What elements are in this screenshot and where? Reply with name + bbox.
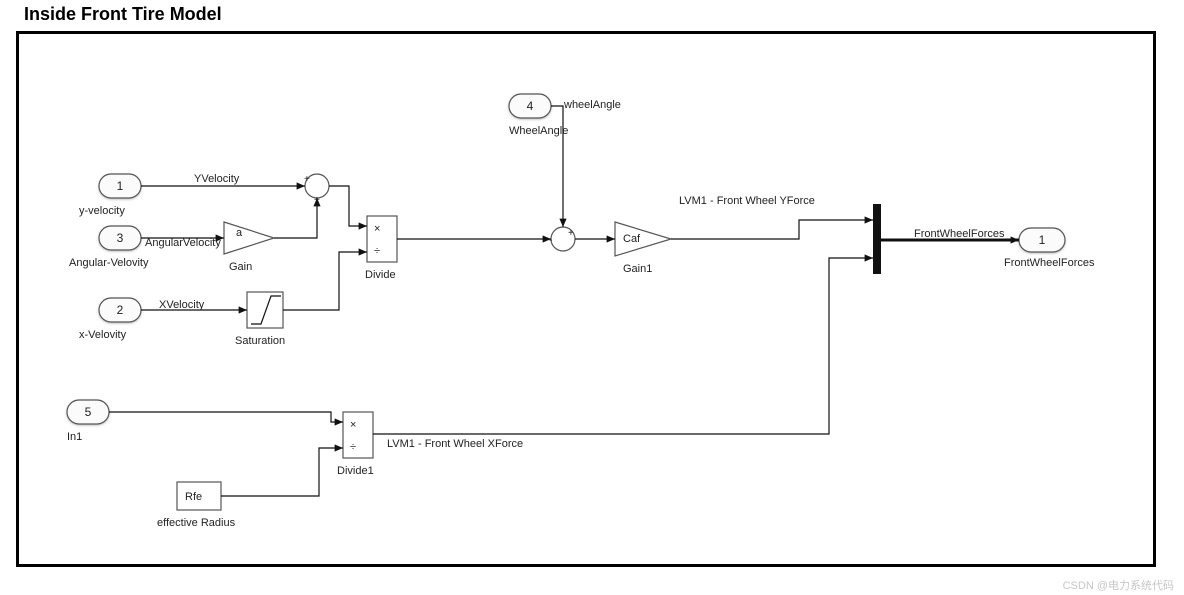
svg-text:-: - — [549, 235, 552, 246]
divide-label: Divide — [365, 269, 396, 281]
inport-in1-num: 5 — [85, 405, 92, 419]
svg-text:+: + — [568, 228, 574, 239]
signal-xforce: LVM1 - Front Wheel XForce — [387, 438, 523, 450]
mux-block[interactable] — [873, 204, 881, 274]
mux-out-label: FrontWheelForces — [914, 228, 1005, 240]
inport-xvel-label: x-Velovity — [79, 329, 127, 341]
inport-yvelocity[interactable]: 1 — [99, 174, 141, 198]
inport-angularvel-num: 3 — [117, 231, 124, 245]
divide1-bot: ÷ — [350, 441, 356, 453]
xvel-signal: XVelocity — [159, 299, 205, 311]
constant-rfe[interactable]: Rfe — [177, 482, 221, 510]
inport-yvelocity-label: y-velocity — [79, 205, 125, 217]
constant-rfe-text: Rfe — [185, 491, 202, 503]
svg-text:+: + — [304, 174, 310, 185]
simulink-canvas: 4 wheelAngle WheelAngle 1 y-velocity YVe… — [16, 31, 1156, 567]
saturation-label: Saturation — [235, 335, 285, 347]
inport-angularvel[interactable]: 3 — [99, 226, 141, 250]
gain1-text: Caf — [623, 233, 641, 245]
gain-text: a — [236, 227, 243, 239]
inport-wheelangle-label: WheelAngle — [509, 125, 568, 137]
angularvel-signal: AngularVelocity — [145, 237, 221, 249]
outport-label: FrontWheelForces — [1004, 257, 1095, 269]
inport-yvelocity-num: 1 — [117, 179, 124, 193]
outport-frontwheelforces[interactable]: 1 — [1019, 228, 1065, 252]
watermark: CSDN @电力系统代码 — [1063, 577, 1174, 593]
inport-in1[interactable]: 5 — [67, 400, 109, 424]
divide-block[interactable]: × ÷ — [367, 216, 397, 262]
divide-bot: ÷ — [374, 245, 380, 257]
signal-yforce: LVM1 - Front Wheel YForce — [679, 195, 815, 207]
divide-top: × — [374, 223, 380, 235]
inport-angularvel-label: Angular-Velovity — [69, 257, 149, 269]
inport-wheelangle-signal: wheelAngle — [563, 99, 621, 111]
inport-wheelangle[interactable]: 4 — [509, 94, 551, 118]
outport-num: 1 — [1039, 233, 1046, 247]
constant-rfe-label: effective Radius — [157, 517, 236, 529]
gain1-block[interactable]: Caf — [615, 222, 671, 256]
divide1-label: Divide1 — [337, 465, 374, 477]
divide1-top: × — [350, 419, 356, 431]
gain-block[interactable]: a — [224, 222, 274, 254]
inport-wheelangle-num: 4 — [527, 99, 534, 113]
sum2-block[interactable]: - + — [549, 227, 575, 251]
yvelocity-signal: YVelocity — [194, 173, 240, 185]
gain-label: Gain — [229, 261, 252, 273]
inport-xvelovity[interactable]: 2 — [99, 298, 141, 322]
inport-xvel-num: 2 — [117, 303, 124, 317]
page-title: Inside Front Tire Model — [24, 4, 1168, 25]
inport-in1-label: In1 — [67, 431, 82, 443]
gain1-label: Gain1 — [623, 263, 652, 275]
saturation-block[interactable] — [247, 292, 283, 328]
divide1-block[interactable]: × ÷ — [343, 412, 373, 458]
